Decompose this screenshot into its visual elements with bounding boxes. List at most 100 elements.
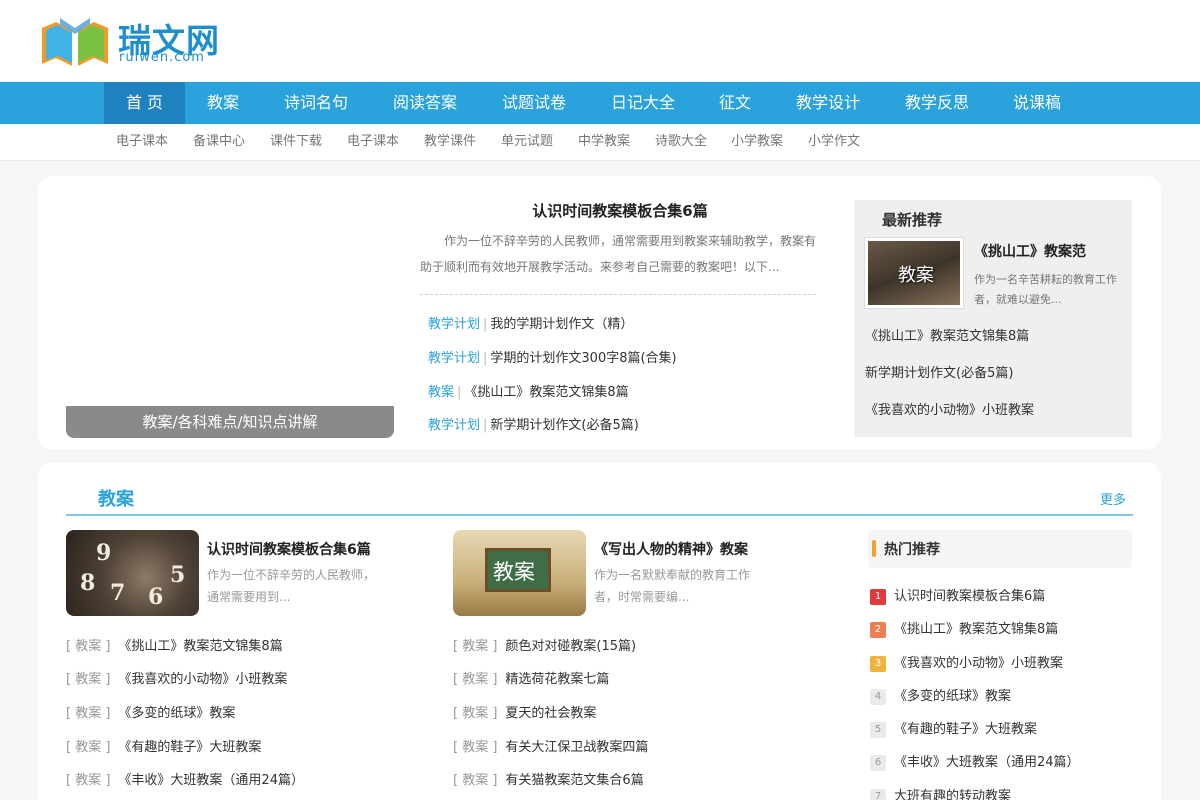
hot-item[interactable]: 7 大班有趣的转动教案	[870, 785, 1011, 800]
card-desc: 作为一名默默奉献的教育工作者，时常需要编...	[594, 568, 751, 604]
subnav-item[interactable]: 中学教案	[578, 124, 630, 160]
nav-item-essay-contest[interactable]: 征文	[719, 82, 751, 124]
hot-item-text[interactable]: 大班有趣的转动教案	[894, 789, 1011, 800]
subnav-item[interactable]: 教学课件	[424, 124, 476, 160]
list-item[interactable]: [ 教案 ] 《挑山工》教案范文锦集8篇	[66, 635, 283, 654]
rank-badge: 3	[870, 656, 886, 672]
blackboard-text: 教案	[493, 560, 535, 584]
subnav-item[interactable]: 电子课本	[116, 124, 168, 160]
recommend-thumbnail[interactable]: 教案	[864, 237, 964, 309]
classroom-image[interactable]: 教案	[453, 530, 586, 616]
list-item-text[interactable]: 有关大江保卫战教案四篇	[505, 740, 648, 755]
hot-item-text[interactable]: 《丰收》大班教案（通用24篇）	[894, 755, 1080, 770]
site-logo[interactable]: 瑞文网 ruiwen.com	[38, 12, 238, 70]
list-tag[interactable]: [ 教案 ]	[453, 672, 497, 687]
feature-title[interactable]: 认识时间教案模板合集6篇	[420, 200, 820, 221]
hot-item[interactable]: 4 《多变的纸球》教案	[870, 685, 1011, 705]
list-item-text[interactable]: 《丰收》大班教案（通用24篇）	[118, 773, 304, 788]
list-item-text[interactable]: 《有趣的鞋子》大班教案	[118, 740, 261, 755]
subnav-item[interactable]: 课件下载	[270, 124, 322, 160]
separator: |	[483, 418, 488, 433]
banner-caption[interactable]: 教案/各科难点/知识点讲解	[66, 406, 394, 438]
subnav-item[interactable]: 小学教案	[731, 124, 783, 160]
feature-link-category[interactable]: 教案	[428, 385, 454, 400]
hot-item-text[interactable]: 《多变的纸球》教案	[894, 689, 1011, 704]
list-item[interactable]: [ 教案 ] 夏天的社会教案	[453, 702, 596, 721]
feature-link[interactable]: 教学计划 | 学期的计划作文300字8篇(合集)	[428, 347, 677, 366]
more-link[interactable]: 更多	[1100, 489, 1126, 508]
hot-item[interactable]: 1 认识时间教案模板合集6篇	[870, 585, 1045, 605]
feature-link[interactable]: 教学计划 | 我的学期计划作文（精）	[428, 313, 633, 332]
list-item[interactable]: [ 教案 ] 《丰收》大班教案（通用24篇）	[66, 769, 304, 788]
nav-item-jiaoan[interactable]: 教案	[207, 82, 239, 124]
list-item[interactable]: [ 教案 ] 《多变的纸球》教案	[66, 702, 235, 721]
banner-slideshow[interactable]: 教案/各科难点/知识点讲解	[66, 200, 394, 438]
nav-item-lecture-drafts[interactable]: 说课稿	[1013, 82, 1061, 124]
list-item[interactable]: [ 教案 ] 《我喜欢的小动物》小班教案	[66, 668, 287, 687]
list-item[interactable]: [ 教案 ] 颜色对对碰教案(15篇)	[453, 635, 636, 654]
recommend-card-title[interactable]: 《挑山工》教案范	[974, 241, 1086, 261]
list-tag[interactable]: [ 教案 ]	[453, 639, 497, 654]
feature-link[interactable]: 教学计划 | 新学期计划作文(必备5篇)	[428, 414, 639, 433]
feature-link-text[interactable]: 《挑山工》教案范文锦集8篇	[464, 385, 628, 400]
hot-item[interactable]: 6 《丰收》大班教案（通用24篇）	[870, 751, 1080, 771]
subnav-item[interactable]: 诗歌大全	[655, 124, 707, 160]
feature-desc: 作为一位不辞辛劳的人民教师，通常需要用到教案来辅助教学，教案有助于顺利而有效地开…	[420, 234, 817, 274]
feature-link-category[interactable]: 教学计划	[428, 418, 480, 433]
list-item-text[interactable]: 《挑山工》教案范文锦集8篇	[118, 639, 282, 654]
feature-link-text[interactable]: 我的学期计划作文（精）	[490, 317, 633, 332]
list-tag[interactable]: [ 教案 ]	[453, 773, 497, 788]
hot-item[interactable]: 5 《有趣的鞋子》大班教案	[870, 718, 1037, 738]
hot-item-text[interactable]: 认识时间教案模板合集6篇	[894, 589, 1045, 604]
feature-link-category[interactable]: 教学计划	[428, 351, 480, 366]
jiaoan-section: 教案 更多 9 8 7 6 5 认识时间教案模板合集6篇 作为一位不辞辛劳的人民…	[38, 463, 1161, 800]
clock-numeral: 7	[110, 580, 126, 606]
nav-item-home[interactable]: 首 页	[104, 82, 185, 124]
list-item-text[interactable]: 夏天的社会教案	[505, 706, 596, 721]
card-title[interactable]: 认识时间教案模板合集6篇	[207, 539, 371, 559]
list-item-text[interactable]: 《多变的纸球》教案	[118, 706, 235, 721]
nav-item-poems[interactable]: 诗词名句	[284, 82, 348, 124]
nav-item-teaching-reflection[interactable]: 教学反思	[905, 82, 969, 124]
recommend-card-desc: 作为一名辛苦耕耘的教育工作者，就难以避免...	[974, 273, 1117, 306]
feature-link[interactable]: 教案 | 《挑山工》教案范文锦集8篇	[428, 381, 629, 400]
hot-item[interactable]: 2 《挑山工》教案范文锦集8篇	[870, 618, 1058, 638]
list-tag[interactable]: [ 教案 ]	[66, 773, 110, 788]
card-title[interactable]: 《写出人物的精神》教案	[594, 539, 748, 559]
feature-link-category[interactable]: 教学计划	[428, 317, 480, 332]
recommend-link[interactable]: 《我喜欢的小动物》小班教案	[865, 399, 1034, 418]
section-title[interactable]: 教案	[98, 485, 134, 511]
subnav-item[interactable]: 电子课本	[347, 124, 399, 160]
subnav-item[interactable]: 备课中心	[193, 124, 245, 160]
hot-item[interactable]: 3 《我喜欢的小动物》小班教案	[870, 652, 1063, 672]
feature-link-text[interactable]: 新学期计划作文(必备5篇)	[490, 418, 638, 433]
list-item[interactable]: [ 教案 ] 《有趣的鞋子》大班教案	[66, 736, 261, 755]
list-tag[interactable]: [ 教案 ]	[66, 639, 110, 654]
nav-item-teaching-design[interactable]: 教学设计	[796, 82, 860, 124]
list-item[interactable]: [ 教案 ] 有关大江保卫战教案四篇	[453, 736, 648, 755]
list-item[interactable]: [ 教案 ] 有关猫教案范文集合6篇	[453, 769, 644, 788]
list-item-text[interactable]: 有关猫教案范文集合6篇	[505, 773, 643, 788]
hot-item-text[interactable]: 《有趣的鞋子》大班教案	[894, 722, 1037, 737]
site-header: 瑞文网 ruiwen.com	[0, 0, 1200, 82]
list-item[interactable]: [ 教案 ] 精选荷花教案七篇	[453, 668, 609, 687]
nav-item-diary[interactable]: 日记大全	[611, 82, 675, 124]
recommend-link[interactable]: 《挑山工》教案范文锦集8篇	[865, 325, 1029, 344]
feature-link-text[interactable]: 学期的计划作文300字8篇(合集)	[490, 351, 676, 366]
recommend-link[interactable]: 新学期计划作文(必备5篇)	[865, 362, 1013, 381]
clock-image[interactable]: 9 8 7 6 5	[66, 530, 199, 616]
subnav-item[interactable]: 小学作文	[808, 124, 860, 160]
subnav-item[interactable]: 单元试题	[501, 124, 553, 160]
list-item-text[interactable]: 颜色对对碰教案(15篇)	[505, 639, 636, 654]
hot-item-text[interactable]: 《我喜欢的小动物》小班教案	[894, 656, 1063, 671]
list-tag[interactable]: [ 教案 ]	[66, 740, 110, 755]
list-tag[interactable]: [ 教案 ]	[453, 706, 497, 721]
nav-item-exams[interactable]: 试题试卷	[502, 82, 566, 124]
hot-item-text[interactable]: 《挑山工》教案范文锦集8篇	[894, 622, 1058, 637]
list-tag[interactable]: [ 教案 ]	[453, 740, 497, 755]
list-item-text[interactable]: 精选荷花教案七篇	[505, 672, 609, 687]
list-tag[interactable]: [ 教案 ]	[66, 672, 110, 687]
list-tag[interactable]: [ 教案 ]	[66, 706, 110, 721]
list-item-text[interactable]: 《我喜欢的小动物》小班教案	[118, 672, 287, 687]
nav-item-reading-answers[interactable]: 阅读答案	[393, 82, 457, 124]
